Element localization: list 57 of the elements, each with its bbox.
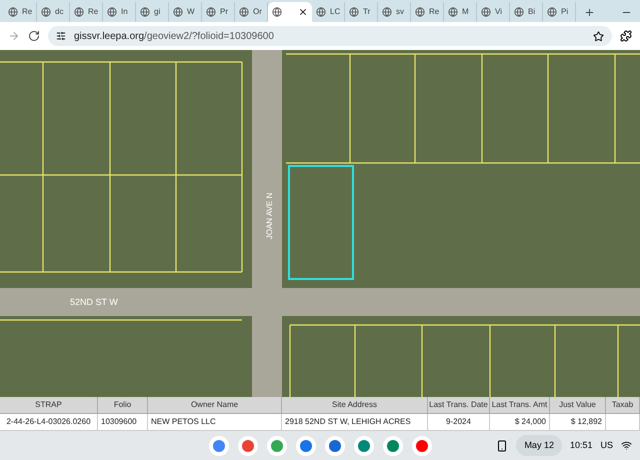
locale-text[interactable]: US: [600, 438, 613, 452]
app-icon[interactable]: [208, 436, 228, 456]
table-cell: $ 24,000: [490, 414, 550, 430]
column-header[interactable]: Just Value: [550, 397, 606, 413]
favicon-icon: [41, 7, 51, 17]
favicon-icon: [382, 7, 392, 17]
table-cell: 2-44-26-L4-03026.0260: [0, 414, 98, 430]
app-icon[interactable]: [296, 436, 316, 456]
favicon-icon: [107, 7, 117, 17]
table-cell: 2918 52ND ST W, LEHIGH ACRES: [282, 414, 428, 430]
favicon-icon: [514, 7, 524, 17]
table-cell: $ 12,892: [550, 414, 606, 430]
app-icon[interactable]: [238, 436, 258, 456]
favicon-icon: [173, 7, 183, 17]
favicon-icon: [316, 7, 326, 17]
bookmark-star-icon[interactable]: [593, 30, 604, 42]
favicon-icon: [415, 7, 425, 17]
column-header[interactable]: Taxab: [606, 397, 640, 413]
favicon-icon: [481, 7, 491, 17]
favicon-icon: [448, 7, 458, 17]
favicon-icon: [547, 7, 557, 17]
date-text[interactable]: May 12: [516, 434, 562, 456]
browser-tab[interactable]: [268, 2, 312, 22]
column-header[interactable]: Site Address: [282, 397, 428, 413]
phone-icon[interactable]: [496, 440, 508, 452]
app-icon[interactable]: [324, 436, 344, 456]
table-cell: 10309600: [98, 414, 148, 430]
selected-parcel-outline[interactable]: [288, 165, 354, 280]
column-header[interactable]: Last Trans. Amt: [490, 397, 550, 413]
wifi-icon: [621, 440, 632, 451]
close-icon[interactable]: [298, 7, 308, 17]
favicon-icon: [74, 7, 84, 17]
favicon-icon: [206, 7, 216, 17]
favicon-icon: [8, 7, 18, 17]
time-text[interactable]: 10:51: [570, 438, 592, 452]
extensions-icon[interactable]: [620, 30, 632, 42]
column-header[interactable]: Last Trans. Date: [428, 397, 490, 413]
app-icon[interactable]: [382, 436, 402, 456]
column-header[interactable]: Owner Name: [148, 397, 282, 413]
reload-icon[interactable]: [28, 30, 40, 42]
favicon-icon: [140, 7, 150, 17]
favicon-icon: [272, 7, 282, 17]
app-icon[interactable]: [412, 436, 432, 456]
column-header[interactable]: STRAP: [0, 397, 98, 413]
favicon-icon: [349, 7, 359, 17]
url-text: gissvr.leepa.org/geoview2/?folioid=10309600: [74, 30, 274, 44]
app-icon[interactable]: [266, 436, 286, 456]
site-settings-icon[interactable]: [56, 31, 66, 41]
street-label: 52ND ST W: [70, 296, 118, 309]
address-bar[interactable]: gissvr.leepa.org/geoview2/?folioid=10309600: [48, 26, 612, 46]
table-cell: NEW PETOS LLC: [148, 414, 282, 430]
column-header[interactable]: Folio: [98, 397, 148, 413]
table-cell: 9-2024: [428, 414, 490, 430]
street-label: JOAN AVE N: [264, 192, 275, 242]
app-icon[interactable]: [354, 436, 374, 456]
new-tab-icon[interactable]: [584, 7, 595, 18]
favicon-icon: [239, 7, 249, 17]
